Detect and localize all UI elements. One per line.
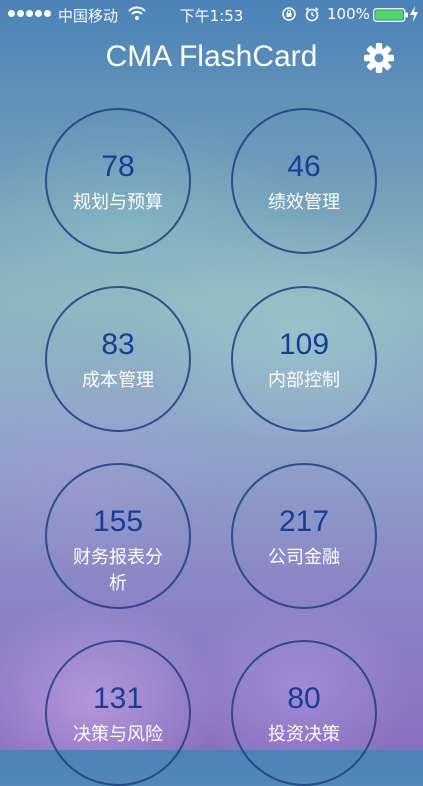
category-label: 财务报表分析 (73, 547, 163, 594)
battery-percentage: 100% (327, 5, 370, 23)
app-title: CMA FlashCard (105, 40, 318, 73)
alarm-icon (305, 7, 319, 22)
orientation-lock-icon (282, 7, 296, 21)
charging-icon (410, 6, 418, 22)
category-button-internal-controls[interactable]: 109 内部控制 (231, 286, 377, 432)
category-button-planning-budgeting[interactable]: 78 规划与预算 (45, 108, 191, 254)
settings-button[interactable] (361, 40, 397, 76)
category-button-cost-management[interactable]: 83 成本管理 (45, 286, 191, 432)
category-card-count: 46 (287, 150, 321, 183)
gear-icon (364, 43, 394, 73)
category-label: 投资决策 (268, 724, 340, 745)
category-card-count: 83 (101, 328, 135, 361)
category-button-investment-decisions[interactable]: 80 投资决策 (231, 640, 377, 786)
category-card-count: 131 (92, 682, 144, 715)
category-card-count: 109 (278, 328, 330, 361)
category-label: 决策与风险 (73, 724, 163, 745)
category-button-decision-risk[interactable]: 131 决策与风险 (45, 640, 191, 786)
status-bar: 中国移动 下午1:53 100% (0, 0, 423, 28)
category-button-performance-management[interactable]: 46 绩效管理 (231, 108, 377, 254)
category-button-financial-statement-analysis[interactable]: 155 财务报表分析 (45, 463, 191, 609)
category-card-count: 80 (287, 682, 321, 715)
category-card-count: 78 (101, 150, 135, 183)
category-label: 成本管理 (82, 370, 154, 391)
category-label: 公司金融 (268, 547, 340, 568)
category-card-count: 217 (278, 505, 330, 538)
category-button-corporate-finance[interactable]: 217 公司金融 (231, 463, 377, 609)
category-card-count: 155 (92, 505, 144, 538)
battery-icon (373, 8, 408, 22)
category-label: 规划与预算 (73, 192, 163, 213)
category-label: 绩效管理 (268, 192, 340, 213)
category-label: 内部控制 (268, 370, 340, 391)
